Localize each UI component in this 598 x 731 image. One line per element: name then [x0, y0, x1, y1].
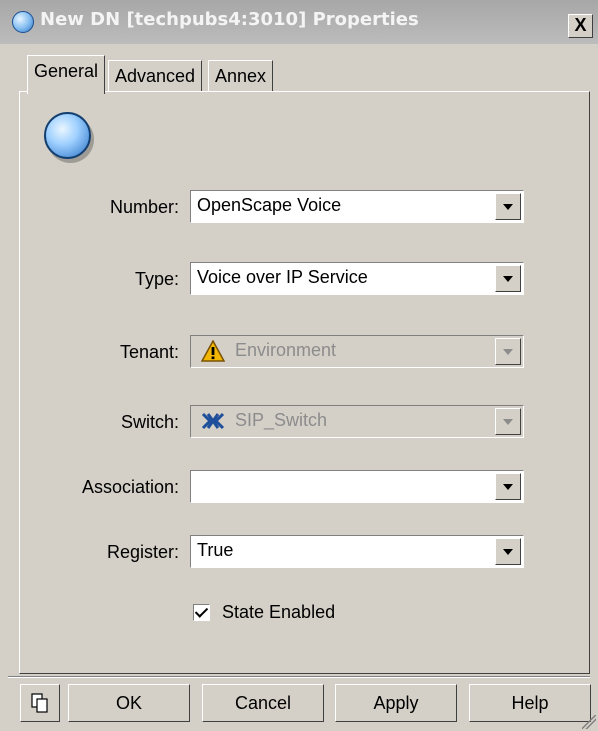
tab-label: Advanced [115, 66, 196, 86]
general-tab-panel [19, 91, 590, 674]
cancel-button[interactable]: Cancel [202, 684, 324, 722]
switch-select[interactable]: SIP_Switch [190, 405, 524, 438]
dn-icon [12, 11, 34, 33]
switch-value: SIP_Switch [235, 410, 328, 430]
tab-general[interactable]: General [27, 55, 106, 94]
number-label: Number: [109, 197, 179, 217]
close-button[interactable]: X [568, 14, 593, 38]
tab-label: Annex [215, 66, 267, 86]
cancel-label: Cancel [234, 693, 292, 713]
association-label: Association: [81, 477, 179, 497]
close-icon: X [574, 15, 587, 35]
switch-icon [201, 412, 225, 430]
chevron-down-icon[interactable] [495, 473, 521, 500]
tenant-value: Environment [235, 340, 337, 360]
copy-icon [31, 693, 48, 713]
register-label: Register: [106, 542, 179, 562]
state-enabled-label[interactable]: State Enabled [222, 602, 335, 623]
copy-button[interactable] [20, 684, 60, 722]
tenant-select[interactable]: Environment [190, 335, 524, 368]
apply-button[interactable]: Apply [335, 684, 457, 722]
chevron-down-icon[interactable] [495, 193, 521, 220]
switch-label: Switch: [120, 412, 179, 432]
type-select[interactable]: Voice over IP Service [190, 262, 524, 295]
tab-advanced[interactable]: Advanced [108, 60, 203, 92]
chevron-down-icon[interactable] [495, 538, 521, 565]
resize-grip-icon[interactable] [582, 715, 596, 729]
number-select[interactable]: OpenScape Voice [190, 190, 524, 223]
apply-label: Apply [373, 693, 419, 713]
divider [8, 676, 590, 678]
title-bar[interactable]: New DN [techpubs4:3010] Properties X [0, 0, 598, 44]
state-enabled-checkbox[interactable] [193, 604, 210, 621]
ok-label: OK [115, 693, 142, 713]
tenant-label: Tenant: [119, 342, 179, 362]
help-button[interactable]: Help [469, 684, 591, 722]
tab-annex[interactable]: Annex [208, 60, 274, 92]
window-title: New DN [techpubs4:3010] Properties [40, 9, 419, 30]
chevron-down-icon[interactable] [495, 265, 521, 292]
chevron-down-icon [495, 338, 521, 365]
warning-icon [201, 340, 225, 362]
number-value: OpenScape Voice [197, 195, 342, 215]
dn-object-icon [44, 112, 91, 159]
register-value: True [197, 540, 234, 560]
register-select[interactable]: True [190, 535, 524, 568]
tab-label: General [34, 61, 99, 81]
help-label: Help [511, 693, 549, 713]
type-label: Type: [134, 269, 179, 289]
chevron-down-icon [495, 408, 521, 435]
association-select[interactable] [190, 470, 524, 503]
ok-button[interactable]: OK [68, 684, 190, 722]
type-value: Voice over IP Service [197, 267, 368, 287]
